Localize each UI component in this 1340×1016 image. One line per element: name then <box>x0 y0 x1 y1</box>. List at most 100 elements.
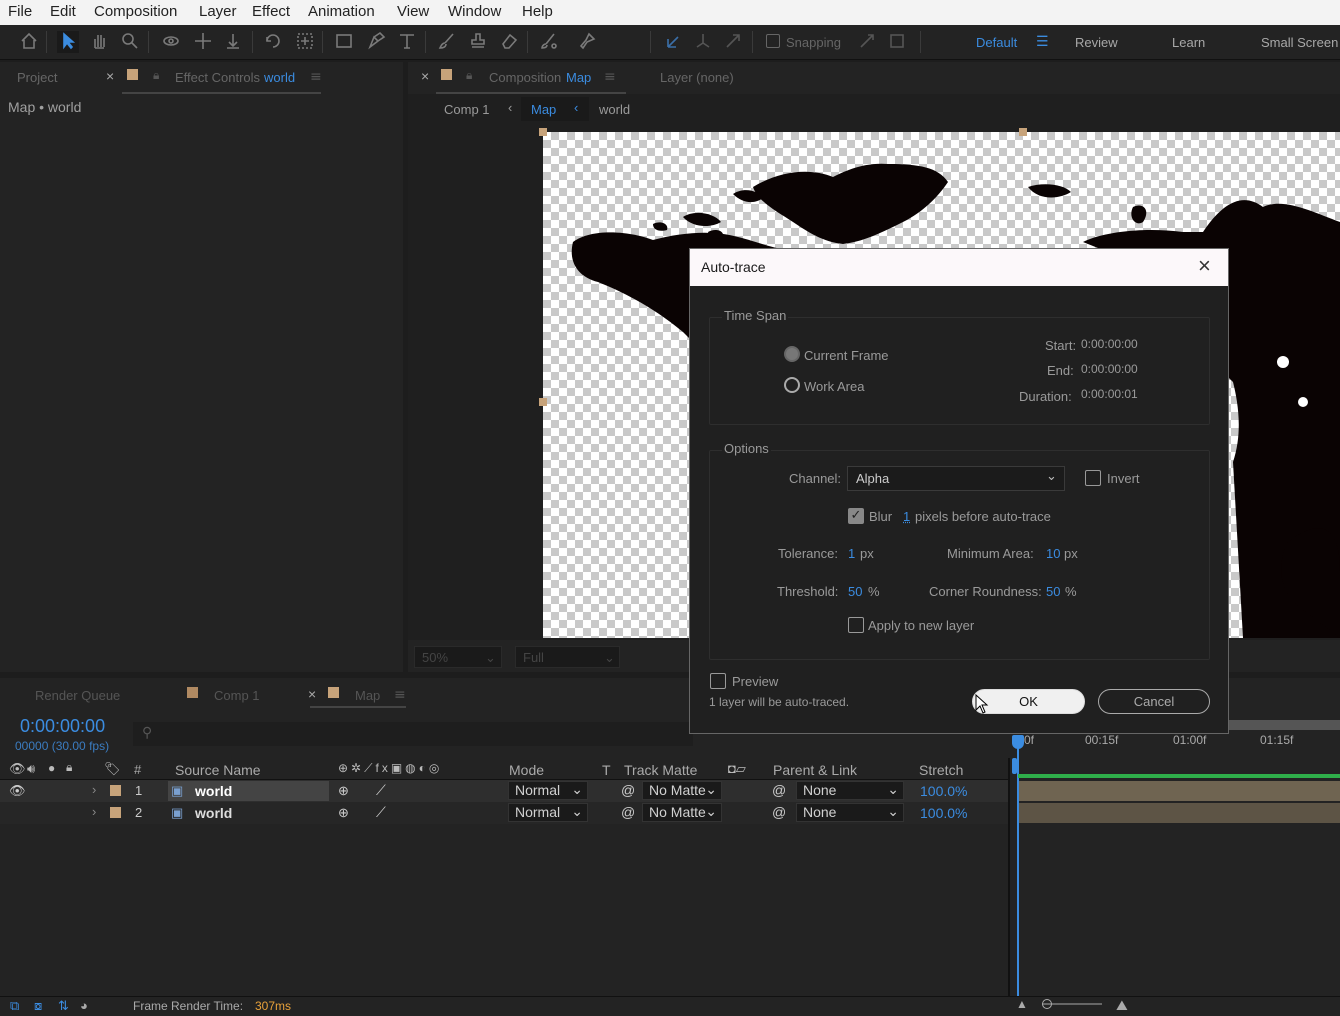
crumb-world[interactable]: world <box>599 102 630 117</box>
shy-switch-icon[interactable]: ⊕ <box>338 805 349 821</box>
parent-pickwhip-icon[interactable]: @ <box>772 782 786 798</box>
zoom-dropdown[interactable]: 50% <box>422 650 448 665</box>
layer-name[interactable]: world <box>195 783 232 799</box>
transform-handle[interactable] <box>539 128 547 136</box>
view-axis-icon[interactable] <box>722 31 744 53</box>
min-area-value[interactable]: 10 <box>1046 546 1060 561</box>
resolution-dropdown[interactable]: Full <box>523 650 544 665</box>
tab-comp-name[interactable]: Map <box>566 70 591 85</box>
zoom-in-icon[interactable]: ⛰ <box>1116 997 1128 1014</box>
layer-row[interactable]: 👁︎ › 1 ▣ world ⊕ ⟋ Normal ⌄ @ No Matte ⌄ @… <box>0 780 1010 802</box>
transform-handle[interactable] <box>539 398 547 406</box>
orbit-camera-icon[interactable] <box>160 31 182 53</box>
world-axis-icon[interactable] <box>692 31 714 53</box>
close-icon[interactable]: × <box>308 686 316 702</box>
threshold-value[interactable]: 50 <box>848 584 862 599</box>
snap-options-icon[interactable] <box>856 31 878 53</box>
current-frame-radio[interactable] <box>784 346 800 362</box>
tab-layer-none[interactable]: Layer (none) <box>660 70 734 85</box>
invert-checkbox[interactable] <box>1085 470 1101 486</box>
motion-blur-icon[interactable]: ◕ <box>80 998 88 1013</box>
eye-icon[interactable]: 👁︎ <box>9 761 26 777</box>
work-area-radio[interactable] <box>784 377 800 393</box>
mode-dropdown[interactable]: Normal ⌄ <box>508 781 588 800</box>
layer-bar[interactable] <box>1019 803 1340 823</box>
close-icon[interactable]: × <box>421 68 429 84</box>
rotate-tool-icon[interactable] <box>262 31 284 53</box>
menu-animation[interactable]: Animation <box>308 3 375 20</box>
roto-brush-icon[interactable] <box>538 31 560 53</box>
selection-tool-icon[interactable] <box>57 31 79 53</box>
stretch-value[interactable]: 100.0% <box>920 805 967 821</box>
menu-window[interactable]: Window <box>448 3 501 20</box>
crumb-map[interactable]: Map <box>531 102 556 117</box>
tab-effect-controls[interactable]: Effect Controls <box>175 70 260 85</box>
frame-blend-icon[interactable]: ⇅ <box>58 998 69 1014</box>
pan-behind-icon[interactable] <box>294 31 316 53</box>
pen-tool-icon[interactable] <box>365 31 387 53</box>
workspace-default[interactable]: Default <box>976 35 1017 50</box>
apply-new-layer-checkbox[interactable] <box>848 617 864 633</box>
transform-handle[interactable] <box>1019 128 1027 136</box>
workspace-menu-icon[interactable]: ☰ <box>1036 33 1049 50</box>
expand-chevron-icon[interactable]: › <box>92 782 96 797</box>
tab-map[interactable]: Map <box>355 688 380 703</box>
layer-name[interactable]: world <box>195 805 232 821</box>
parent-dropdown[interactable]: None ⌄ <box>796 803 904 822</box>
label-tag-icon[interactable]: 🏷︎ <box>104 761 121 777</box>
lock-icon[interactable]: 🔒︎ <box>153 68 159 83</box>
panel-menu-icon[interactable]: ≡ <box>604 69 616 85</box>
preview-checkbox[interactable] <box>710 673 726 689</box>
workspace-small-screen[interactable]: Small Screen <box>1261 35 1338 50</box>
blur-value[interactable]: 1 <box>903 509 910 524</box>
close-icon[interactable]: × <box>1198 253 1211 279</box>
parent-dropdown[interactable]: None ⌄ <box>796 781 904 800</box>
layer-bar[interactable] <box>1019 781 1340 801</box>
local-axis-icon[interactable] <box>662 31 684 53</box>
snapping-checkbox[interactable] <box>766 34 780 48</box>
tab-comp1[interactable]: Comp 1 <box>214 688 260 703</box>
pan-camera-icon[interactable] <box>192 31 214 53</box>
corner-roundness-value[interactable]: 50 <box>1046 584 1060 599</box>
menu-edit[interactable]: Edit <box>50 3 76 20</box>
panel-menu-icon[interactable]: ≡ <box>394 687 406 703</box>
mode-dropdown[interactable]: Normal ⌄ <box>508 803 588 822</box>
menu-view[interactable]: View <box>397 3 429 20</box>
track-matte-dropdown[interactable]: No Matte ⌄ <box>642 803 722 822</box>
pickwhip-icon[interactable]: @ <box>621 804 635 820</box>
workspace-learn[interactable]: Learn <box>1172 35 1205 50</box>
work-area-bar[interactable] <box>1018 774 1340 778</box>
tolerance-value[interactable]: 1 <box>848 546 855 561</box>
column-source-name[interactable]: Source Name <box>175 762 261 778</box>
quality-switch-icon[interactable]: ⟋ <box>376 804 386 821</box>
cancel-button[interactable]: Cancel <box>1098 689 1210 714</box>
eye-icon[interactable]: 👁︎ <box>9 783 26 799</box>
layer-row[interactable]: › 2 ▣ world ⊕ ⟋ Normal ⌄ @ No Matte ⌄ @ No… <box>0 802 1010 824</box>
channel-dropdown[interactable]: Alpha ⌄ <box>847 466 1065 491</box>
lock-icon[interactable]: 🔒︎ <box>466 68 472 83</box>
shy-switch-icon[interactable]: ⊕ <box>338 783 349 799</box>
track-matte-dropdown[interactable]: No Matte ⌄ <box>642 781 722 800</box>
expand-chevron-icon[interactable]: › <box>92 804 96 819</box>
comp-flowchart-icon[interactable]: ⧉ <box>10 998 19 1014</box>
pickwhip-icon[interactable]: @ <box>621 782 635 798</box>
workspace-review[interactable]: Review <box>1075 35 1118 50</box>
parent-pickwhip-icon[interactable]: @ <box>772 804 786 820</box>
zoom-tool-icon[interactable] <box>119 31 141 53</box>
rectangle-tool-icon[interactable] <box>333 31 355 53</box>
menu-layer[interactable]: Layer <box>199 3 237 20</box>
audio-icon[interactable]: 🔊︎ <box>27 761 35 777</box>
type-tool-icon[interactable] <box>396 31 418 53</box>
close-icon[interactable]: × <box>106 68 114 84</box>
quality-switch-icon[interactable]: ⟋ <box>376 782 386 799</box>
lock-icon[interactable]: 🔒︎ <box>66 760 72 775</box>
zoom-slider-thumb[interactable] <box>1042 999 1052 1009</box>
blur-checkbox[interactable]: ✓ <box>848 508 864 524</box>
dolly-camera-icon[interactable] <box>222 31 244 53</box>
zoom-out-icon[interactable]: ▲ <box>1016 997 1028 1011</box>
crumb-comp1[interactable]: Comp 1 <box>444 102 490 117</box>
tab-composition[interactable]: Composition <box>489 70 561 85</box>
stretch-value[interactable]: 100.0% <box>920 783 967 799</box>
playhead-handle[interactable] <box>1012 735 1024 749</box>
menu-composition[interactable]: Composition <box>94 3 177 20</box>
